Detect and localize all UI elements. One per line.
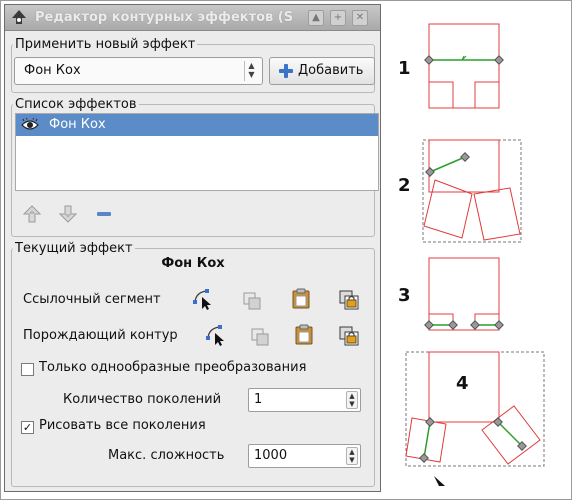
edit-on-canvas-icon[interactable] [205, 324, 227, 346]
copy-path-icon[interactable] [241, 290, 263, 312]
remove-effect-icon[interactable] [93, 203, 115, 225]
path-effect-editor-dialog: Редактор контурных эффектов (S ▲ + ✕ При… [4, 4, 381, 492]
edit-on-canvas-icon[interactable] [192, 288, 214, 310]
move-down-icon[interactable] [57, 203, 79, 225]
link-to-path-icon[interactable] [338, 289, 360, 311]
max-complexity-spinbox[interactable]: 1000 ▲ ▼ [248, 444, 361, 468]
uniform-only-checkbox[interactable] [21, 363, 34, 376]
figure-2 [422, 139, 522, 243]
max-complexity-value: 1000 [254, 448, 288, 463]
select-arrows-icon: ▲ ▼ [244, 61, 258, 81]
effect-type-value: Фон Кох [24, 63, 81, 78]
generations-label: Количество поколений [63, 392, 222, 407]
current-effect-name: Фон Кох [161, 256, 225, 271]
copy-path-icon[interactable] [249, 326, 271, 348]
spin-arrows-icon[interactable]: ▲ ▼ [346, 447, 358, 465]
generations-spinbox[interactable]: 1 ▲ ▼ [248, 388, 361, 412]
draw-all-label: Рисовать все поколения [39, 418, 206, 433]
eye-visible-icon[interactable] [21, 118, 39, 132]
close-window-button[interactable]: ✕ [352, 10, 368, 26]
add-button-label: Добавить [298, 63, 364, 78]
generating-path-label: Порождающий контур [23, 328, 178, 343]
generations-value: 1 [254, 392, 263, 407]
ref-segment-label: Ссылочный сегмент [23, 292, 161, 307]
draw-all-checkbox[interactable]: ✓ [21, 421, 34, 434]
plus-icon [279, 64, 293, 78]
effect-type-select[interactable]: Фон Кох ▲ ▼ [14, 57, 263, 85]
move-up-icon[interactable] [21, 203, 43, 225]
apply-effect-legend: Применить новый эффект [15, 37, 196, 52]
add-effect-button[interactable]: Добавить [269, 57, 375, 85]
spin-arrows-icon[interactable]: ▲ ▼ [346, 391, 358, 409]
shade-window-button[interactable]: ▲ [308, 10, 324, 26]
koch-figures-svg [405, 23, 545, 486]
uniform-only-label: Только однообразные преобразования [39, 360, 307, 375]
paste-path-icon[interactable] [293, 324, 315, 346]
figure-3 [424, 257, 504, 331]
figure-1 [424, 23, 504, 109]
window-titlebar[interactable]: Редактор контурных эффектов (S ▲ + ✕ [5, 5, 380, 31]
effect-list-legend: Список эффектов [15, 97, 137, 112]
paste-path-icon[interactable] [290, 288, 312, 310]
maximize-window-button[interactable]: + [330, 10, 346, 26]
list-item-label: Фон Кох [49, 117, 106, 132]
current-effect-legend: Текущий эффект [15, 241, 133, 256]
window-title: Редактор контурных эффектов (S [35, 10, 294, 25]
figure-4 [405, 351, 545, 486]
koch-steps-illustration: 1 2 3 4 [390, 0, 572, 500]
list-item[interactable]: Фон Кох [16, 114, 378, 136]
max-complexity-label: Макс. сложность [108, 448, 225, 463]
inkscape-logo-icon [12, 10, 26, 24]
link-to-path-icon[interactable] [338, 325, 360, 347]
effects-list[interactable]: Фон Кох [15, 113, 379, 191]
